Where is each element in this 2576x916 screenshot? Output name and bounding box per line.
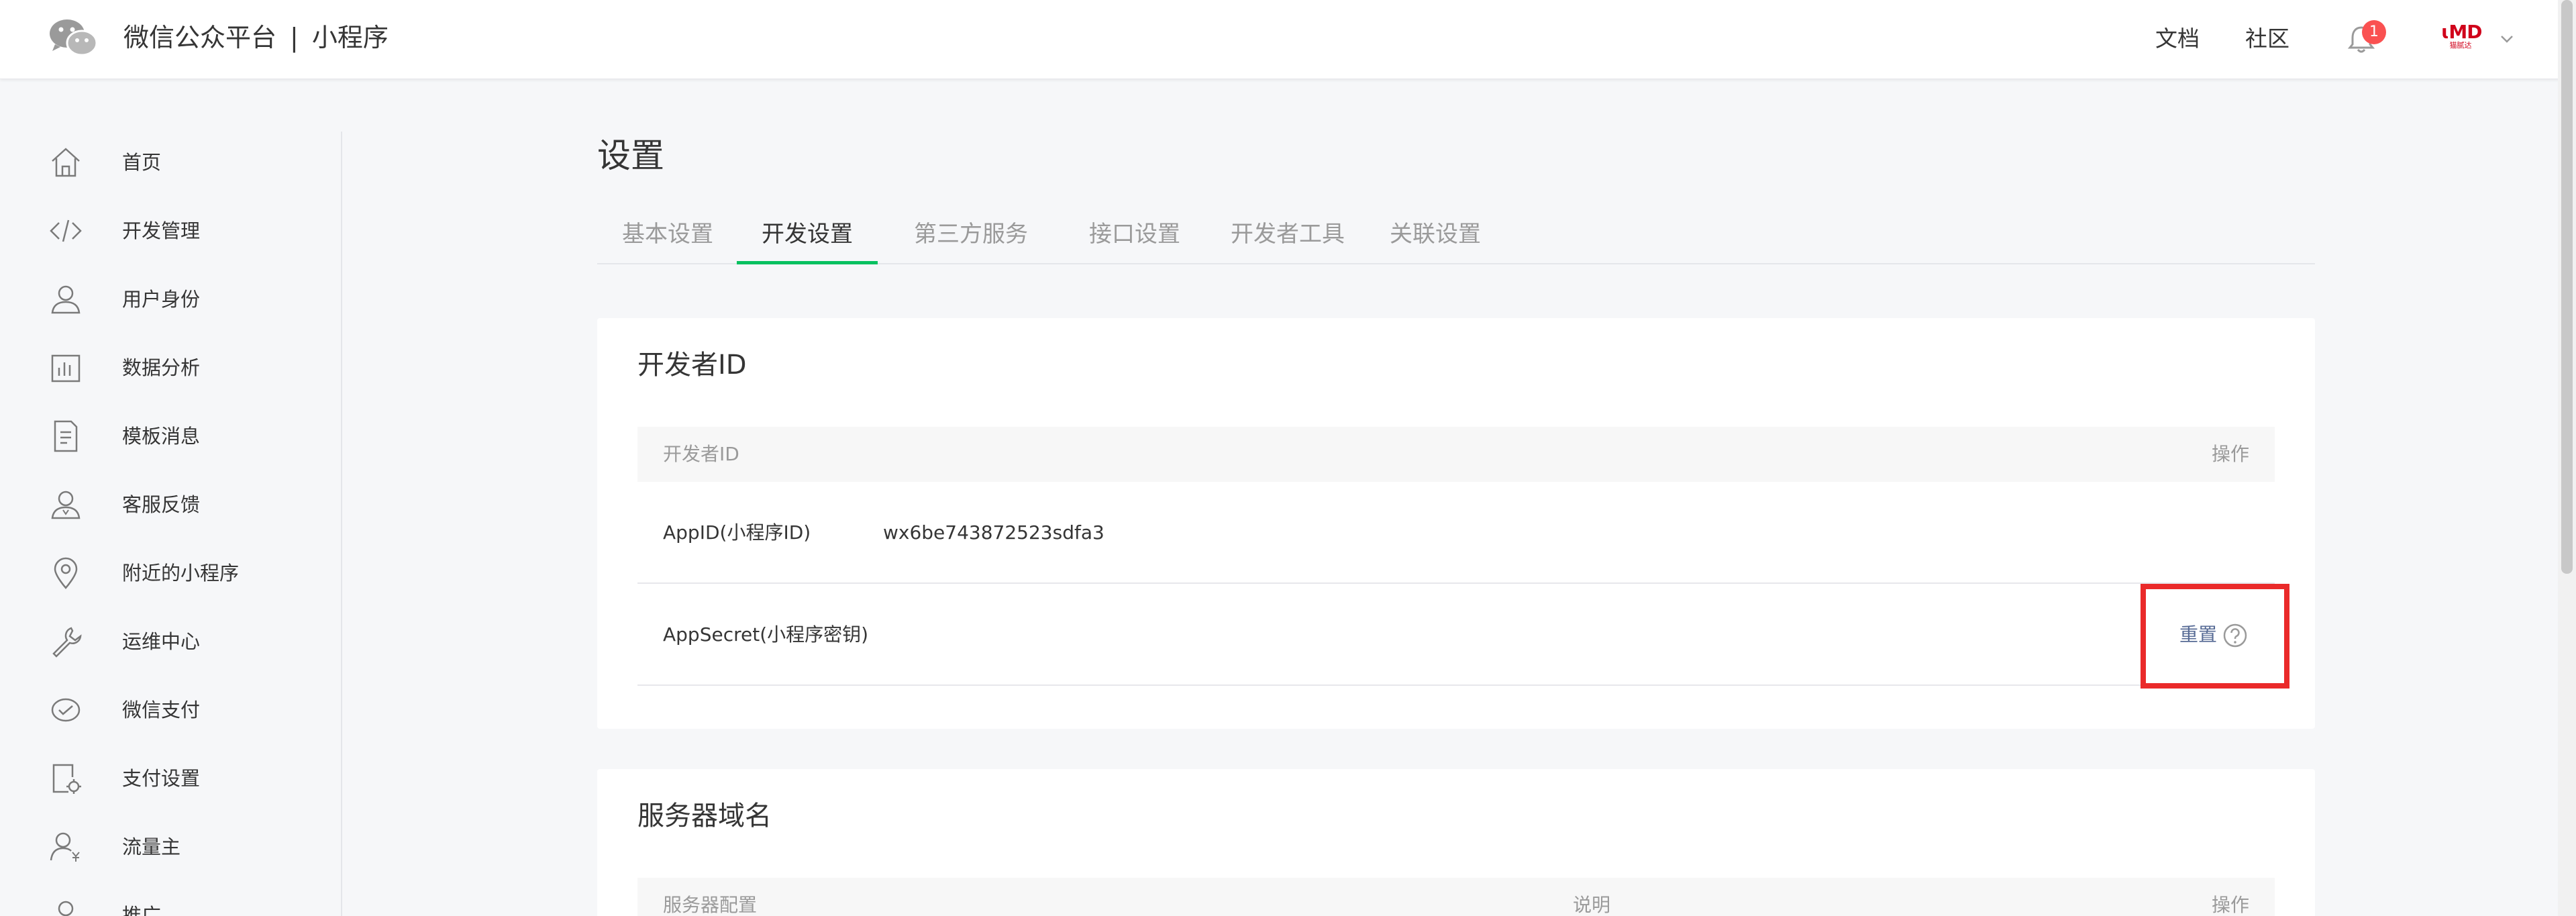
sidebar-item-nearby-mini-programs[interactable]: 附近的小程序 [0, 542, 341, 604]
location-pin-icon [54, 557, 78, 589]
card-title: 服务器域名 [637, 801, 772, 831]
appid-label: AppID(小程序ID) [663, 521, 811, 544]
highlight-box [2141, 584, 2289, 689]
sidebar-item-label: 支付设置 [122, 767, 201, 790]
card-title: 开发者ID [637, 350, 747, 380]
top-bar: 微信公众平台 | 小程序 文档 社区 1 ɩMD 猫腻达 [0, 0, 2576, 79]
sidebar-item-label: 首页 [122, 151, 162, 174]
sidebar-item-label: 推广 [122, 904, 162, 916]
avatar-logo: ɩMD [2441, 21, 2482, 43]
avatar[interactable]: ɩMD 猫腻达 [2441, 21, 2482, 56]
sidebar-item-traffic-host[interactable]: 流量主 [0, 816, 341, 878]
docs-link[interactable]: 文档 [2155, 24, 2200, 54]
chevron-down-icon[interactable] [2497, 30, 2516, 48]
sidebar-item-label: 运维中心 [122, 630, 201, 653]
code-icon [50, 219, 82, 242]
sidebar-item-label: 附近的小程序 [122, 562, 240, 584]
column-header-description: 说明 [1573, 894, 1611, 916]
sidebar-item-label: 模板消息 [122, 425, 201, 448]
column-header-developer-id: 开发者ID [663, 443, 739, 465]
sidebar-item-label: 客服反馈 [122, 493, 201, 516]
user-icon [51, 285, 81, 314]
tab-dev-settings[interactable]: 开发设置 [737, 212, 878, 264]
scrollbar-thumb[interactable] [2561, 0, 2573, 574]
sidebar-item-label: 用户身份 [122, 288, 201, 311]
home-icon [52, 148, 80, 177]
tab-basic-settings[interactable]: 基本设置 [597, 212, 738, 264]
tab-link-settings[interactable]: 关联设置 [1365, 212, 1506, 264]
table-header: 开发者ID 操作 [637, 427, 2275, 482]
column-header-action: 操作 [2211, 443, 2249, 465]
wrench-icon [52, 627, 82, 658]
sidebar-item-payment-settings[interactable]: 支付设置 [0, 748, 341, 809]
sidebar-item-user-identity[interactable]: 用户身份 [0, 268, 341, 330]
table-header: 服务器配置 说明 操作 [637, 878, 2275, 916]
sidebar-item-promote[interactable]: 推广 [0, 884, 341, 916]
sidebar-item-customer-feedback[interactable]: 客服反馈 [0, 474, 341, 536]
community-link[interactable]: 社区 [2245, 24, 2289, 54]
sidebar: 首页 开发管理 用户身份 数据分析 模板消息 客服反馈 附近的小程序 运维中心 … [0, 132, 342, 916]
sidebar-item-label: 微信支付 [122, 699, 201, 721]
tab-api-settings[interactable]: 接口设置 [1064, 212, 1205, 264]
sidebar-item-ops-center[interactable]: 运维中心 [0, 611, 341, 672]
developer-id-card: 开发者ID 开发者ID 操作 AppID(小程序ID) wx6be7438725… [597, 318, 2315, 729]
sidebar-item-label: 数据分析 [122, 356, 201, 379]
tab-third-party-services[interactable]: 第三方服务 [887, 212, 1055, 264]
sidebar-item-data-analysis[interactable]: 数据分析 [0, 337, 341, 399]
bar-chart-icon [51, 354, 81, 383]
column-header-server-config: 服务器配置 [663, 894, 758, 916]
brand-main: 微信公众平台 [123, 23, 277, 52]
traffic-user-icon [50, 832, 80, 862]
sidebar-item-dev-management[interactable]: 开发管理 [0, 200, 341, 262]
table-row-appid: AppID(小程序ID) wx6be743872523sdfa3 [637, 482, 2275, 584]
payment-settings-icon [52, 764, 81, 794]
table-row-appsecret: AppSecret(小程序密钥) 重置 [637, 584, 2275, 686]
sidebar-item-wechat-pay[interactable]: 微信支付 [0, 679, 341, 741]
appid-value[interactable]: wx6be743872523sdfa3 [883, 482, 1104, 584]
brand-separator: | [290, 23, 299, 52]
document-icon [54, 420, 78, 452]
brand-title[interactable]: 微信公众平台 | 小程序 [123, 20, 389, 55]
sidebar-item-template-messages[interactable]: 模板消息 [0, 405, 341, 467]
page-title: 设置 [597, 136, 664, 175]
brand-sub: 小程序 [311, 23, 389, 52]
notification-badge: 1 [2362, 20, 2386, 44]
sidebar-item-label: 流量主 [122, 835, 181, 858]
sidebar-item-home[interactable]: 首页 [0, 132, 341, 193]
sidebar-item-label: 开发管理 [122, 219, 201, 242]
appsecret-label: AppSecret(小程序密钥) [663, 623, 869, 646]
column-header-action: 操作 [2211, 894, 2249, 916]
tab-developer-tools[interactable]: 开发者工具 [1204, 212, 1372, 264]
wechat-pay-icon [51, 698, 81, 722]
settings-tabs: 基本设置 开发设置 第三方服务 接口设置 开发者工具 关联设置 [597, 212, 2315, 264]
server-domain-card: 服务器域名 服务器配置 说明 操作 [597, 769, 2315, 916]
promote-icon [58, 901, 74, 916]
service-user-icon [51, 491, 81, 519]
wechat-logo-icon[interactable] [48, 17, 99, 58]
